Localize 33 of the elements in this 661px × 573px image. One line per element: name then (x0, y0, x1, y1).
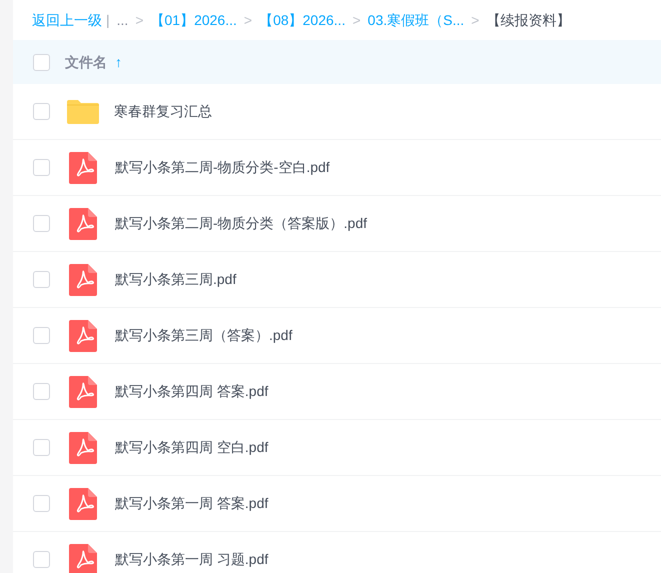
file-name[interactable]: 默写小条第三周.pdf (115, 269, 236, 290)
pdf-file-icon (69, 208, 97, 240)
file-name[interactable]: 默写小条第一周 习题.pdf (115, 549, 268, 570)
file-name[interactable]: 默写小条第四周 答案.pdf (115, 381, 268, 402)
checkbox[interactable] (33, 54, 50, 70)
chevron-icon: > (352, 10, 361, 30)
checkbox[interactable] (33, 495, 50, 512)
breadcrumb-link[interactable]: 【续报资料】 (486, 10, 570, 30)
file-name[interactable]: 默写小条第二周-物质分类（答案版）.pdf (115, 213, 368, 234)
checkbox[interactable] (33, 439, 50, 456)
separator: | (106, 10, 110, 30)
file-name[interactable]: 默写小条第二周-物质分类-空白.pdf (115, 157, 330, 178)
checkbox[interactable] (33, 383, 50, 400)
pdf-file-icon (69, 264, 97, 296)
checkbox[interactable] (33, 215, 50, 232)
pdf-file-icon (69, 432, 97, 464)
chevron-icon: > (135, 10, 144, 30)
pdf-file-icon (69, 152, 97, 184)
file-name[interactable]: 默写小条第一周 答案.pdf (115, 493, 268, 514)
checkbox[interactable] (33, 327, 50, 344)
folder-icon (66, 98, 100, 124)
checkbox[interactable] (33, 551, 50, 568)
pdf-file-icon (69, 488, 97, 520)
pdf-file-icon (69, 320, 97, 352)
checkbox[interactable] (33, 103, 50, 120)
pdf-file-icon (69, 376, 97, 408)
checkbox[interactable] (33, 159, 50, 176)
file-name[interactable]: 默写小条第三周（答案）.pdf (115, 325, 292, 346)
file-name[interactable]: 寒春群复习汇总 (114, 101, 212, 122)
chevron-icon: > (471, 10, 480, 30)
chevron-icon: > (244, 10, 252, 30)
file-name[interactable]: 默写小条第四周 空白.pdf (115, 437, 268, 458)
checkbox[interactable] (33, 271, 50, 288)
